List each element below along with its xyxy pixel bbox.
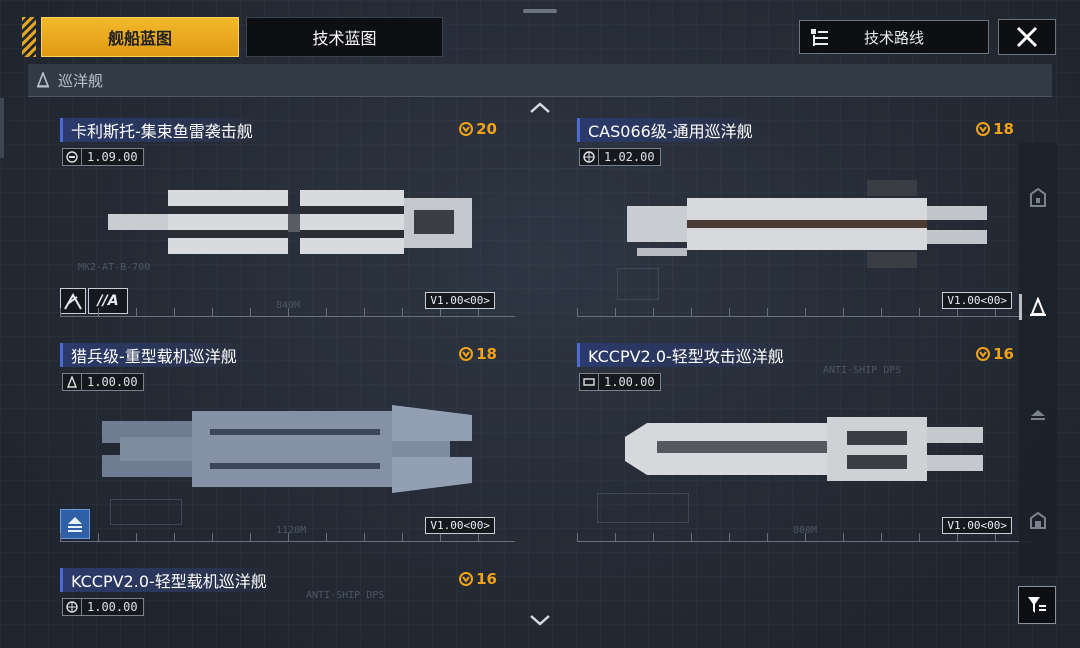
- drag-handle[interactable]: [523, 9, 557, 13]
- ruler-line: [60, 316, 515, 317]
- ship-name: CAS066级-通用巡洋舰: [577, 118, 761, 142]
- ship-card[interactable]: 卡利斯托-集束鱼雷袭击舰 20 1.09.00 MK2-AT-B-700 //A…: [60, 118, 515, 328]
- cruiser-class-icon[interactable]: [1028, 297, 1048, 317]
- cost-value: 20: [476, 120, 497, 138]
- cost-value: 18: [993, 120, 1014, 138]
- tech-route-button[interactable]: 技术路线: [799, 20, 989, 54]
- ruler-line: [577, 541, 1032, 542]
- cost-value: 16: [476, 570, 497, 588]
- filter-icon: [1028, 597, 1046, 613]
- scroll-down-icon[interactable]: [528, 612, 552, 626]
- ruler-ticks: [60, 533, 515, 541]
- tab-stripe-decoration: [22, 17, 36, 57]
- class-tag-text: //A: [97, 293, 119, 309]
- blueprint-decor: [110, 499, 182, 525]
- tab-label: 舰船蓝图: [107, 29, 172, 48]
- cost-icon: [459, 347, 474, 361]
- ship-illustration: [102, 405, 472, 493]
- ship-illustration: [625, 417, 983, 481]
- category-bar: 巡洋舰: [28, 64, 1052, 97]
- ship-cost: 16: [459, 570, 497, 588]
- ship-name-text: KCCPV2.0-轻型攻击巡洋舰: [588, 347, 784, 366]
- ruler-line: [577, 316, 1032, 317]
- version-text: 1.02.00: [604, 150, 655, 164]
- cost-icon: [976, 122, 991, 136]
- ship-card[interactable]: KCCPV2.0-轻型攻击巡洋舰 16 1.00.00 ANTI-SHIP DP…: [577, 343, 1032, 553]
- close-button[interactable]: [998, 19, 1056, 55]
- version-badge: 1.02.00: [579, 148, 661, 166]
- blueprint-decor: [617, 268, 659, 300]
- cost-value: 16: [993, 345, 1014, 363]
- cost-icon: [976, 347, 991, 361]
- tab-label: 技术蓝图: [312, 29, 377, 48]
- blueprint-decor: [597, 493, 689, 523]
- ship-card[interactable]: CAS066级-通用巡洋舰 18 1.02.00 V1.00<00>: [577, 118, 1032, 328]
- ruler-ticks: [577, 533, 1032, 541]
- destroyer-class-icon[interactable]: [1028, 405, 1048, 425]
- frigate-class-icon[interactable]: [1028, 509, 1048, 529]
- ship-name-text: CAS066级-通用巡洋舰: [588, 122, 753, 141]
- active-class-marker: [1019, 294, 1022, 320]
- ship-cost: 18: [976, 120, 1014, 138]
- close-icon: [1016, 26, 1038, 48]
- cost-value: 18: [476, 345, 497, 363]
- ship-card[interactable]: KCCPV2.0-轻型载机巡洋舰 16 1.00.00 ANTI-SHIP DP…: [60, 568, 515, 638]
- blueprint-subtext: ANTI-SHIP DPS: [306, 590, 385, 601]
- scroll-up-icon[interactable]: [528, 100, 552, 114]
- cruiser-class-icon: [36, 72, 50, 88]
- ship-card[interactable]: 猎兵级-重型载机巡洋舰 18 1.00.00 1120M V1.00<00>: [60, 343, 515, 553]
- tab-ship-blueprint[interactable]: 舰船蓝图: [41, 17, 239, 57]
- ship-name-text: KCCPV2.0-轻型载机巡洋舰: [71, 572, 267, 591]
- tech-route-label: 技术路线: [863, 28, 924, 47]
- version-badge: 1.00.00: [62, 373, 144, 391]
- model-version: V1.00<00>: [942, 292, 1012, 309]
- left-edge-tab[interactable]: [0, 98, 4, 158]
- ruler-line: [60, 541, 515, 542]
- ship-module-icon: [580, 374, 599, 390]
- cruiser-class-icon: [63, 374, 82, 390]
- ship-class-rail: [1019, 143, 1057, 576]
- category-label: 巡洋舰: [58, 71, 104, 90]
- tech-tree-icon: [810, 28, 830, 52]
- version-badge: 1.00.00: [62, 598, 144, 616]
- ship-name: KCCPV2.0-轻型攻击巡洋舰: [577, 343, 792, 367]
- version-badge: 1.09.00: [62, 148, 144, 166]
- model-version: V1.00<00>: [942, 517, 1012, 534]
- ship-illustration: [108, 190, 472, 254]
- globe-icon: [63, 599, 82, 615]
- ship-name-text: 卡利斯托-集束鱼雷袭击舰: [71, 122, 253, 141]
- blueprint-subtext: ANTI-SHIP DPS: [823, 365, 902, 376]
- ship-name-text: 猎兵级-重型载机巡洋舰: [71, 347, 237, 366]
- ruler-ticks: [60, 308, 515, 316]
- ship-cost: 18: [459, 345, 497, 363]
- model-version: V1.00<00>: [425, 517, 495, 534]
- version-text: 1.00.00: [87, 375, 138, 389]
- ship-cost: 16: [976, 345, 1014, 363]
- ship-name: KCCPV2.0-轻型载机巡洋舰: [60, 568, 275, 592]
- ship-module-icon: [63, 149, 82, 165]
- ship-name: 卡利斯托-集束鱼雷袭击舰: [60, 118, 261, 142]
- cost-icon: [459, 122, 474, 136]
- cost-icon: [459, 572, 474, 586]
- tab-tech-blueprint[interactable]: 技术蓝图: [246, 17, 443, 57]
- version-text: 1.00.00: [87, 600, 138, 614]
- ship-name: 猎兵级-重型载机巡洋舰: [60, 343, 245, 367]
- version-text: 1.00.00: [604, 375, 655, 389]
- filter-button[interactable]: [1018, 586, 1056, 624]
- version-text: 1.09.00: [87, 150, 138, 164]
- model-version: V1.00<00>: [425, 292, 495, 309]
- battleship-class-icon[interactable]: [1028, 187, 1048, 207]
- version-badge: 1.00.00: [579, 373, 661, 391]
- ruler-ticks: [577, 308, 1032, 316]
- ship-cost: 20: [459, 120, 497, 138]
- globe-icon: [580, 149, 599, 165]
- ship-illustration: [627, 180, 987, 268]
